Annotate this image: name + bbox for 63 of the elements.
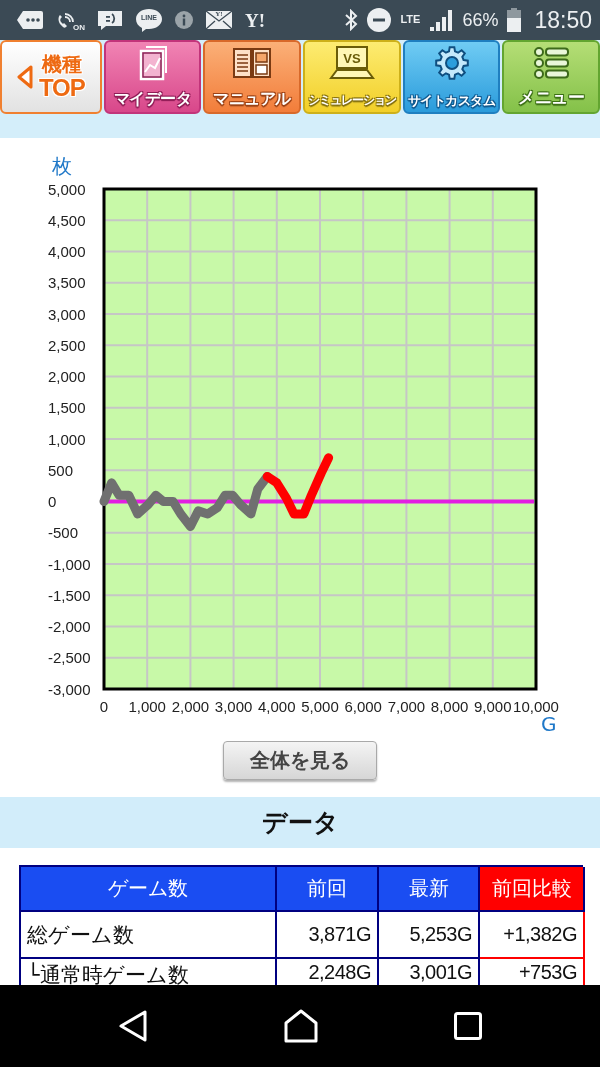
section-heading: データ: [0, 797, 600, 848]
y-axis-label: 3,500: [48, 274, 86, 292]
y-axis-label: -500: [48, 524, 79, 542]
home-icon[interactable]: [284, 1009, 318, 1043]
y-axis-label: 3,000: [48, 305, 86, 323]
x-axis-label: 0: [99, 698, 109, 715]
menu-button[interactable]: メニュー: [502, 40, 600, 114]
x-axis-label: 10,000: [513, 698, 559, 715]
table-cell: 5,253G: [379, 912, 480, 959]
chat-bubble-icon: [16, 10, 44, 30]
x-axis-label: 3,000: [214, 698, 253, 715]
view-all-button[interactable]: 全体を見る: [223, 741, 377, 780]
battery-percent: 66%: [462, 9, 499, 31]
x-axis-label: 4,000: [258, 698, 296, 715]
list-icon: [531, 45, 572, 81]
x-axis-label: 8,000: [430, 698, 469, 715]
my-data-button[interactable]: マイデータ: [103, 40, 202, 114]
table-header-cell: 前回: [277, 867, 379, 912]
y-axis-label: 500: [48, 461, 74, 479]
y-axis-label: -1,500: [48, 586, 91, 604]
x-axis-label: 1,000: [128, 698, 166, 715]
y-axis-label: -2,500: [48, 649, 91, 667]
battery-icon: [507, 8, 522, 32]
table-header-cell: 最新: [379, 867, 480, 912]
x-axis-label: 2,000: [171, 698, 210, 715]
y-axis-label: 1,000: [48, 430, 86, 448]
table-cell: 総ゲーム数: [21, 912, 277, 959]
x-axis-label: 6,000: [344, 698, 382, 715]
open-book-icon: [232, 45, 273, 81]
back-icon[interactable]: [118, 1010, 148, 1042]
table-cell: +1,382G: [480, 912, 585, 959]
y-axis-label: 1,500: [48, 399, 86, 417]
y-axis-label: 4,000: [48, 243, 86, 260]
y-axis-label: -3,000: [48, 680, 91, 698]
manual-button[interactable]: マニュアル: [203, 40, 301, 114]
y-axis-label: -2,000: [48, 618, 91, 635]
y-axis-label: 2,000: [48, 368, 86, 385]
clock: 18:50: [534, 6, 592, 34]
y-axis-label: 2,500: [48, 336, 86, 354]
y-axis-label: -1,000: [48, 555, 91, 573]
x-axis-label: 5,000: [301, 698, 339, 715]
network-type-text: LTE: [400, 12, 421, 25]
recent-apps-icon[interactable]: [454, 1012, 482, 1040]
simulation-button[interactable]: VS シミュレーション: [303, 40, 401, 114]
signal-icon: [429, 9, 454, 31]
table-header-cell: ゲーム数: [21, 867, 277, 912]
left-triangle-icon: [16, 65, 33, 89]
axis-title: G: [541, 712, 557, 736]
axis-title: 枚: [52, 154, 72, 178]
y-axis-label: 4,500: [48, 211, 86, 229]
site-custom-button[interactable]: サイトカスタム: [402, 40, 501, 114]
do-not-disturb-icon: [367, 8, 392, 32]
x-axis-label: 7,000: [387, 698, 426, 715]
smiley-bubble-icon: [97, 9, 123, 31]
y-axis-label: 0: [48, 493, 57, 510]
top-button[interactable]: 機種 TOP: [0, 40, 102, 114]
x-axis-label: 9,000: [474, 698, 512, 715]
table-cell: 3,871G: [277, 912, 379, 959]
bluetooth-icon: [344, 9, 359, 31]
info-icon: [175, 11, 193, 29]
y-axis-label: 5,000: [48, 180, 86, 198]
app-logo: Y!: [245, 10, 266, 30]
table-header-cell: 前回比較: [480, 867, 585, 912]
